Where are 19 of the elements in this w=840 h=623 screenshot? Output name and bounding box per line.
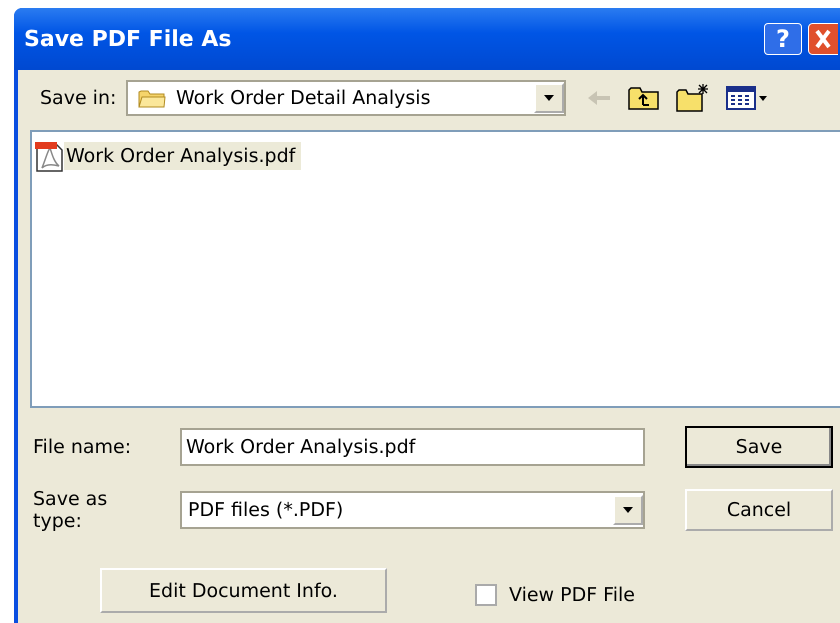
cancel-button[interactable]: Cancel	[685, 489, 833, 531]
file-item[interactable]: Work Order Analysis.pdf	[64, 142, 302, 170]
file-type-dropdown[interactable]: PDF files (*.PDF)	[180, 491, 645, 529]
window-title: Save PDF File As	[24, 26, 232, 52]
save-as-type-label: Save as type:	[33, 488, 108, 532]
save-button[interactable]: Save	[685, 426, 833, 468]
new-folder-icon[interactable]	[676, 83, 710, 113]
pdf-file-icon	[34, 140, 64, 172]
edit-document-info-button[interactable]: Edit Document Info.	[100, 568, 387, 613]
up-folder-icon[interactable]	[628, 85, 660, 111]
help-button[interactable]: ?	[764, 23, 802, 55]
close-button[interactable]	[808, 23, 838, 55]
checkbox-label: View PDF File	[509, 584, 635, 606]
view-menu-icon[interactable]	[726, 85, 770, 111]
file-name-label: File name:	[33, 436, 132, 458]
folder-dropdown[interactable]: Work Order Detail Analysis	[126, 80, 566, 116]
save-in-label: Save in:	[40, 87, 118, 109]
checkbox[interactable]	[475, 584, 497, 606]
file-name-field[interactable]: Work Order Analysis.pdf	[180, 428, 645, 466]
